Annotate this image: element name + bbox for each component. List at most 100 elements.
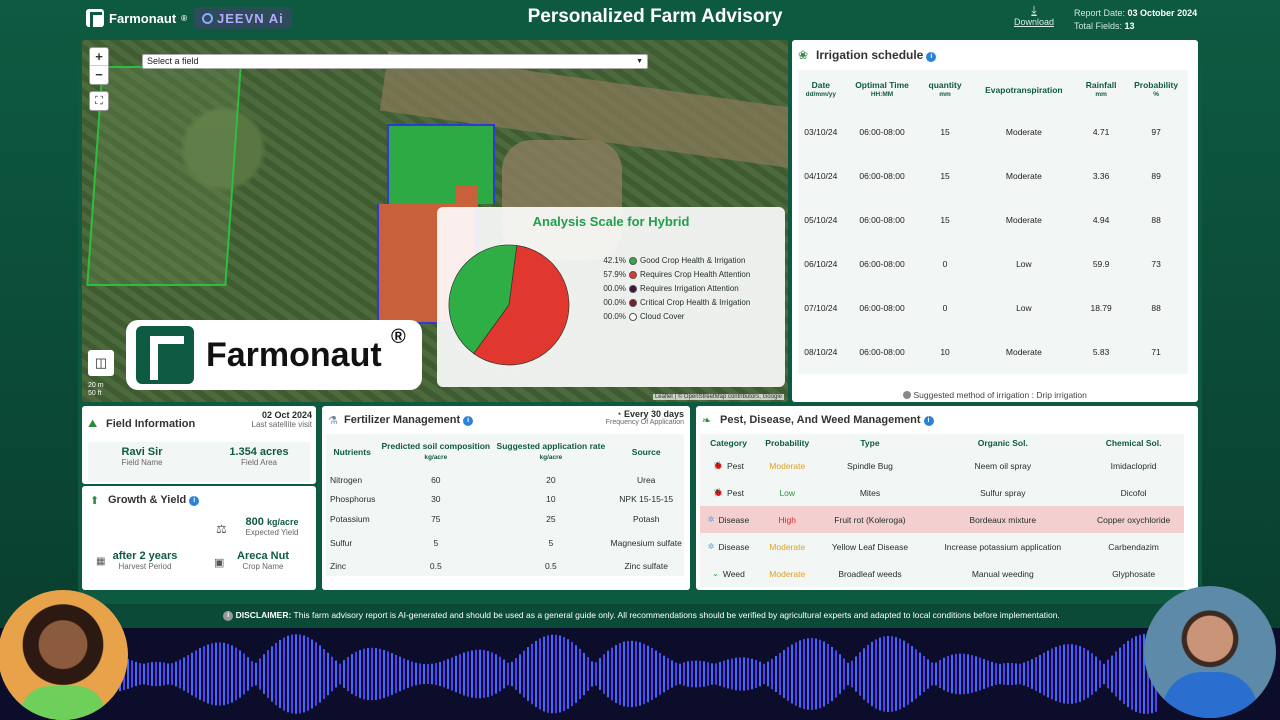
crop-icon: ▣ [214, 557, 225, 569]
category-label: Disease [718, 541, 750, 552]
table-cell: Phosphorus [330, 494, 376, 505]
layers-icon[interactable]: ◫ [88, 350, 114, 376]
probability-cell: Moderate [769, 541, 806, 552]
page-title: Personalized Farm Advisory [527, 6, 783, 27]
field-boundary-left[interactable] [86, 66, 242, 286]
download-button[interactable]: ⤓ Download [1014, 4, 1054, 28]
column-label: Source [631, 446, 661, 457]
table-cell: Moderate [1005, 215, 1042, 225]
column-label: Evapotranspiration [985, 85, 1063, 95]
table-row: 04/10/24 06:00-08:00 15 Moderate 3.36 89 [798, 154, 1188, 198]
table-cell: 20 [546, 474, 556, 485]
column-label: Optimal Time [855, 80, 909, 90]
table-cell: 08/10/24 [804, 347, 838, 357]
zoom-out-button[interactable]: − [90, 66, 108, 84]
leaf-icon: ❧ [702, 415, 712, 427]
irrigation-suggestion: Suggested method of irrigation : Drip ir… [792, 390, 1198, 400]
map-scale: 20 m 50 ft [88, 382, 104, 397]
table-cell: 06:00-08:00 [859, 347, 905, 357]
table-cell: 5 [548, 537, 554, 548]
legend-label: Requires Crop Health Attention [640, 270, 751, 279]
table-cell: 0 [942, 303, 948, 313]
table-row: 🐞 Pest Low Mites Sulfur spray Dicofol [700, 479, 1184, 506]
table-cell: 89 [1151, 171, 1161, 181]
column-header: quantity mm [920, 70, 969, 110]
chevron-down-icon: ▼ [636, 58, 643, 65]
presenter-avatar-right [1144, 586, 1276, 718]
table-row: 08/10/24 06:00-08:00 10 Moderate 5.83 71 [798, 330, 1188, 374]
column-header: Organic Sol. [977, 438, 1028, 448]
legend-item: 00.0% Critical Crop Health & Irrigation [600, 296, 750, 310]
farmonaut-watermark-logo: Farmonaut ® [126, 320, 422, 390]
table-row: 03/10/24 06:00-08:00 15 Moderate 4.71 97 [798, 110, 1188, 154]
table-cell: 05/10/24 [804, 215, 838, 225]
organic-cell: Increase potassium application [944, 541, 1062, 552]
table-cell: ⌄ Weed [700, 560, 757, 587]
table-cell: 18.79 [1090, 303, 1112, 313]
type-cell: Spindle Bug [847, 460, 893, 471]
column-label: Probability [1134, 80, 1179, 90]
weed-icon: ⌄ [712, 569, 719, 579]
header: Farmonaut ® JEEVN Ai Personalized Farm Ad… [78, 0, 1202, 36]
table-row: ✲ Disease High Fruit rot (Koleroga) Bordeaux… [700, 506, 1184, 533]
field-select[interactable]: Select a field ▼ [142, 54, 648, 69]
disclaimer-banner: i DISCLAIMER: This farm advisory report … [78, 604, 1202, 626]
table-cell: 04/10/24 [804, 171, 838, 181]
table-cell: 🐞 Pest [700, 452, 757, 479]
info-icon[interactable]: i [189, 496, 200, 506]
table-cell: 03/10/24 [804, 127, 838, 137]
column-unit: HH:MM [870, 91, 894, 98]
last-visit-date: 02 Oct 2024 [261, 410, 312, 420]
table-cell: 59.9 [1092, 259, 1110, 269]
legend-item: 00.0% Cloud Cover [600, 310, 750, 324]
virus-icon: ✲ [707, 515, 715, 525]
column-label: quantity [928, 80, 962, 90]
legend-label: Cloud Cover [640, 312, 685, 321]
field-icon: ⛰ [88, 418, 98, 430]
application-frequency: ◔ Every 30 days [616, 409, 684, 419]
map-attribution: Leaflet | © OpenStreetMap contributors, … [652, 394, 784, 400]
info-icon: i [223, 611, 234, 621]
probability-cell: Moderate [769, 460, 806, 471]
table-cell: Zinc [330, 561, 347, 572]
field-name: Ravi Sir [121, 446, 163, 458]
category-label: Weed [722, 568, 745, 579]
pest-table: Category Probability Type Organic Sol. Chemi… [700, 434, 1184, 587]
info-icon[interactable]: i [923, 416, 934, 426]
table-cell: 4.94 [1092, 215, 1110, 225]
growth-yield-panel: ⬆ Growth & Yield i ⚖ 800 kg/acre Expected… [82, 486, 316, 590]
legend-swatch [629, 271, 637, 279]
table-cell: 88 [1151, 215, 1161, 225]
fullscreen-icon[interactable]: ⛶ [90, 92, 108, 110]
type-cell: Yellow Leaf Disease [831, 541, 909, 552]
table-cell: 30 [431, 494, 441, 505]
analysis-title: Analysis Scale for Hybrid [532, 214, 690, 229]
zoom-in-button[interactable]: + [90, 48, 108, 66]
analysis-pie-chart [448, 244, 570, 366]
table-row: Sulfur 5 5 Magnesium sulfate [326, 529, 684, 557]
info-icon[interactable]: i [463, 416, 474, 426]
legend-percent: 42.1% [603, 256, 626, 265]
column-label: Nutrients [333, 446, 371, 457]
info-icon[interactable]: i [926, 52, 937, 62]
table-row: 05/10/24 06:00-08:00 15 Moderate 4.94 88 [798, 198, 1188, 242]
total-fields: 13 [1124, 21, 1135, 31]
table-cell: 60 [431, 474, 441, 485]
table-cell: 0 [942, 259, 948, 269]
legend-label: Good Crop Health & Irrigation [640, 256, 746, 265]
table-cell: 06:00-08:00 [859, 259, 905, 269]
info-icon [903, 391, 912, 399]
table-cell: 10 [546, 494, 556, 505]
legend-percent: 57.9% [603, 270, 626, 279]
category-cell: ✲ Disease [708, 542, 749, 552]
satellite-map[interactable]: + − ⛶ Select a field ▼ ◫ 20 m 50 ft Farmo… [82, 40, 788, 402]
chemical-cell: Copper oxychloride [1083, 506, 1184, 533]
column-unit: % [1153, 91, 1159, 98]
irrigation-panel: ❀ Irrigation schedule i Date dd/mm/yy Optim… [792, 40, 1198, 402]
table-cell: 15 [940, 127, 950, 137]
bug-icon: 🐞 [713, 461, 723, 471]
table-cell: 97 [1151, 127, 1161, 137]
column-header: Optimal Time HH:MM [844, 70, 921, 110]
expected-yield: 800 kg/acre [245, 516, 299, 528]
type-cell: Fruit rot (Koleroga) [817, 506, 923, 533]
